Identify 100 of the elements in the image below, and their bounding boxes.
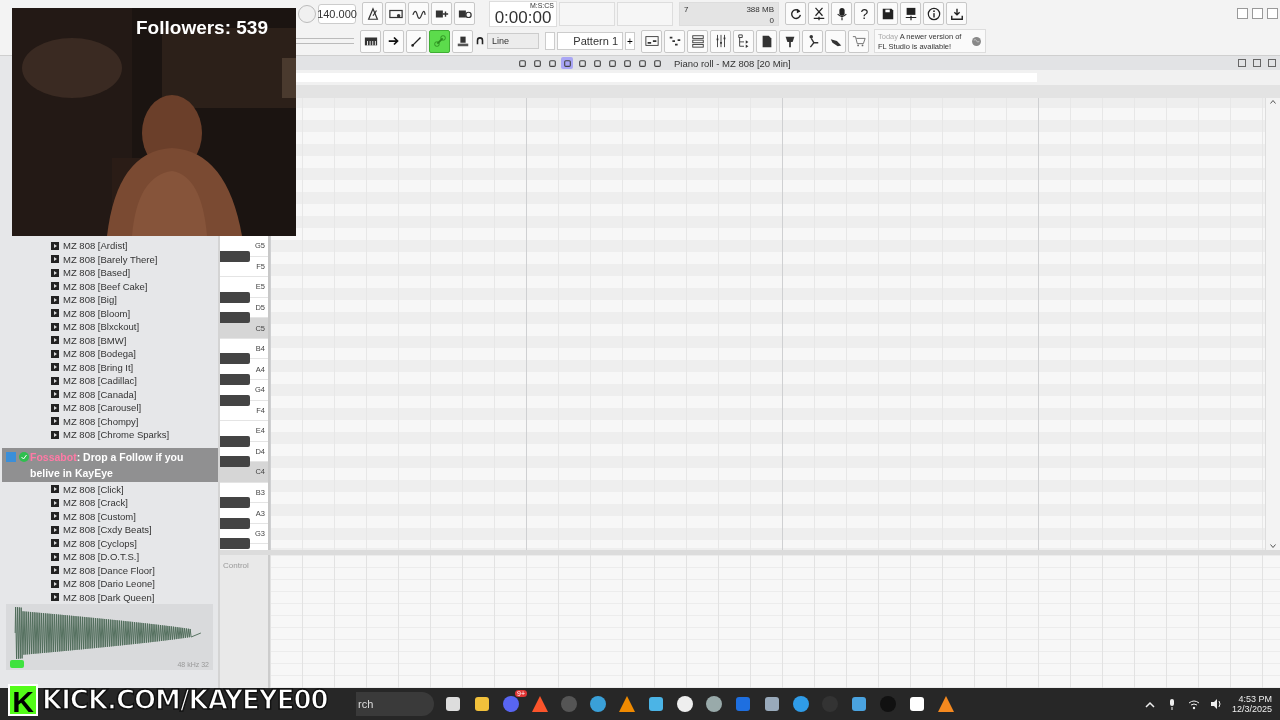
cart-icon bbox=[851, 34, 866, 49]
sharp-key[interactable] bbox=[220, 497, 250, 509]
info-icon bbox=[926, 6, 941, 21]
minimize-button[interactable] bbox=[1238, 59, 1246, 67]
clock-time: 4:53 PM bbox=[1238, 694, 1272, 704]
vertical-scrollbar[interactable] bbox=[1265, 98, 1280, 550]
steps-button[interactable] bbox=[664, 29, 685, 53]
sample-icon bbox=[51, 403, 59, 412]
plug-button[interactable] bbox=[779, 29, 800, 53]
arrow-button[interactable] bbox=[383, 29, 404, 53]
browser-item[interactable]: MZ 808 [Beef Cake] bbox=[51, 279, 148, 293]
plus-button[interactable] bbox=[431, 2, 452, 26]
snap-dropdown[interactable]: Line bbox=[487, 33, 539, 50]
browser-item[interactable]: MZ 808 [Chrome Sparks] bbox=[51, 428, 170, 442]
sharp-key[interactable] bbox=[220, 373, 250, 385]
mixer-button[interactable] bbox=[710, 29, 731, 53]
browser-item[interactable]: MZ 808 [Chompy] bbox=[51, 414, 139, 428]
browser-item[interactable]: MZ 808 [Custom] bbox=[51, 509, 136, 523]
sharp-key[interactable] bbox=[220, 394, 250, 406]
sample-icon bbox=[51, 336, 59, 345]
browser-item[interactable]: MZ 808 [Bodega] bbox=[51, 347, 136, 361]
help-button[interactable]: ? bbox=[854, 2, 875, 26]
browser-item[interactable]: MZ 808 [Carousel] bbox=[51, 401, 142, 415]
restore-button[interactable] bbox=[1253, 59, 1261, 67]
sample-icon bbox=[51, 363, 59, 372]
browser-item[interactable]: MZ 808 [Canada] bbox=[51, 387, 137, 401]
restore-button[interactable] bbox=[1252, 8, 1263, 20]
playlist-button[interactable] bbox=[641, 29, 662, 53]
document-button[interactable] bbox=[756, 29, 777, 53]
sample-icon bbox=[51, 512, 59, 521]
add-pattern-button[interactable]: + bbox=[625, 32, 635, 51]
sharp-key[interactable] bbox=[220, 353, 250, 365]
sample-icon bbox=[51, 309, 59, 318]
sample-icon bbox=[51, 485, 59, 494]
sharp-key[interactable] bbox=[220, 517, 250, 529]
close-button[interactable] bbox=[1268, 59, 1276, 67]
metronome-button[interactable] bbox=[362, 2, 383, 26]
pattern-selector[interactable]: Pattern 1 bbox=[557, 32, 623, 51]
browser-item[interactable]: MZ 808 [Dark Queen] bbox=[51, 590, 155, 604]
sample-icon bbox=[51, 525, 59, 534]
loop-button[interactable] bbox=[454, 2, 475, 26]
browser-item[interactable]: MZ 808 [Bring It] bbox=[51, 360, 134, 374]
browser-item[interactable]: MZ 808 [Cxdy Beats] bbox=[51, 523, 152, 537]
floppy-disk-button[interactable] bbox=[877, 2, 898, 26]
refresh-button[interactable] bbox=[785, 2, 806, 26]
browser-item[interactable]: MZ 808 [Crack] bbox=[51, 496, 128, 510]
browser-item[interactable]: MZ 808 [Based] bbox=[51, 266, 131, 280]
info-button[interactable] bbox=[923, 2, 944, 26]
control-label: Control bbox=[223, 561, 249, 570]
browser-item[interactable]: MZ 808 [Dario Leone] bbox=[51, 577, 155, 591]
refresh-icon bbox=[788, 6, 803, 21]
channel-url: KICK.COM/KAYEYE00 bbox=[42, 685, 328, 715]
sample-icon bbox=[51, 498, 59, 507]
sharp-key[interactable] bbox=[220, 456, 250, 468]
sharp-key[interactable] bbox=[220, 250, 250, 262]
download-button[interactable] bbox=[946, 2, 967, 26]
sharp-key[interactable] bbox=[220, 291, 250, 303]
browser-item[interactable]: MZ 808 [Bloom] bbox=[51, 306, 131, 320]
browser-item[interactable]: MZ 808 [Blxckout] bbox=[51, 320, 140, 334]
badge-icon bbox=[6, 452, 16, 462]
sharp-key[interactable] bbox=[220, 435, 250, 447]
sharp-key[interactable] bbox=[220, 312, 250, 324]
stamp-button[interactable] bbox=[452, 29, 473, 53]
sample-icon bbox=[51, 552, 59, 561]
browser-item[interactable]: MZ 808 [Cadillac] bbox=[51, 374, 137, 388]
logo: K bbox=[8, 684, 38, 716]
browser-item[interactable]: MZ 808 [Dance Floor] bbox=[51, 563, 155, 577]
piano-button[interactable] bbox=[360, 29, 381, 53]
folder-tree-button[interactable] bbox=[733, 29, 754, 53]
scroll-bar[interactable] bbox=[296, 73, 1037, 82]
list-button[interactable] bbox=[687, 29, 708, 53]
browser-item[interactable]: MZ 808 [D.O.T.S.] bbox=[51, 550, 140, 564]
browser-item[interactable]: MZ 808 [Ardist] bbox=[51, 239, 128, 253]
cpu-value: 7 bbox=[684, 4, 689, 14]
speaker-icon[interactable] bbox=[1209, 698, 1222, 710]
search-field[interactable]: rch bbox=[356, 692, 434, 716]
pen-button[interactable] bbox=[406, 29, 427, 53]
browser-item[interactable]: MZ 808 [Barely There] bbox=[51, 252, 158, 266]
tape-button[interactable] bbox=[385, 2, 406, 26]
browser-item[interactable]: MZ 808 [Cyclops] bbox=[51, 536, 137, 550]
sample-icon bbox=[51, 295, 59, 304]
tempo-display[interactable]: 140.000 bbox=[318, 3, 356, 24]
minimize-button[interactable] bbox=[1237, 8, 1248, 20]
metronome-icon bbox=[365, 6, 380, 21]
wifi-icon[interactable] bbox=[1187, 698, 1200, 710]
link-icon bbox=[432, 34, 447, 49]
sample-icon bbox=[51, 417, 59, 426]
save-disk-icon bbox=[903, 6, 918, 21]
browser-item[interactable]: MZ 808 [Click] bbox=[51, 482, 124, 496]
browser-item[interactable]: MZ 808 [BMW] bbox=[51, 333, 127, 347]
wave-button[interactable] bbox=[408, 2, 429, 26]
sample-icon bbox=[51, 241, 59, 250]
microphone-button[interactable] bbox=[831, 2, 852, 26]
save-disk-button[interactable] bbox=[900, 2, 921, 26]
browser-item[interactable]: MZ 808 [Big] bbox=[51, 293, 117, 307]
close-button[interactable] bbox=[1267, 8, 1278, 20]
scissors-button[interactable] bbox=[808, 2, 829, 26]
sample-icon bbox=[51, 430, 59, 439]
sample-icon bbox=[51, 539, 59, 548]
sharp-key[interactable] bbox=[220, 538, 250, 550]
